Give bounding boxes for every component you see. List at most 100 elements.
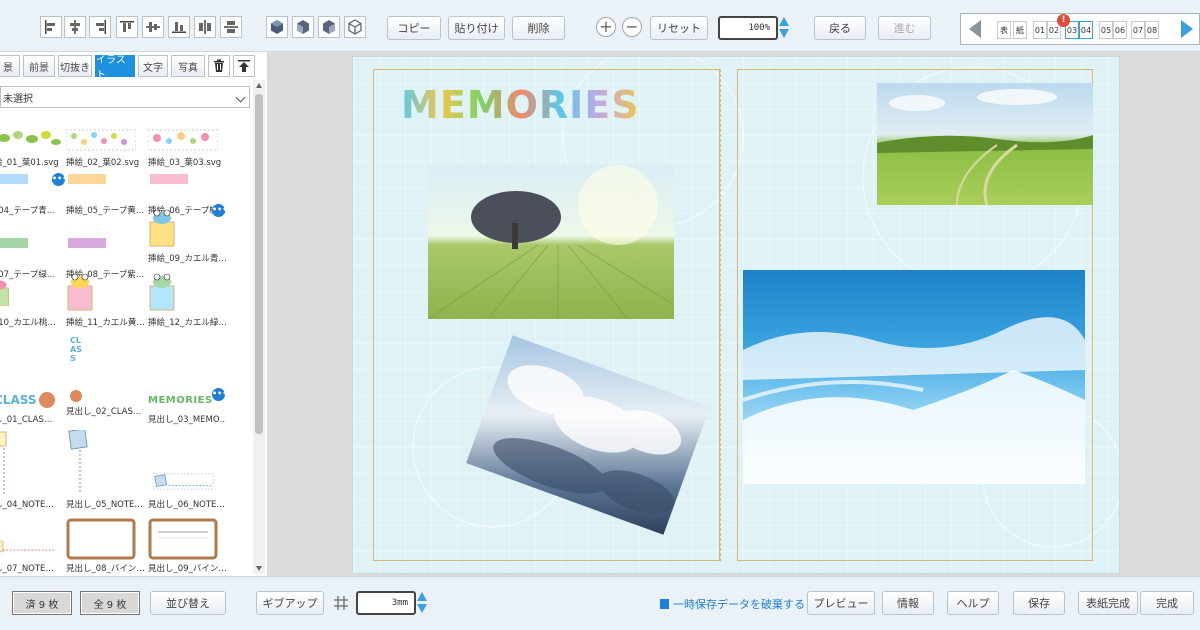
class-vertical-thumb: CLASS — [70, 336, 82, 363]
page-07[interactable]: 07 — [1131, 21, 1145, 39]
asset-item[interactable]: 絵_01_葉01.svg — [0, 126, 72, 169]
discard-temp-label: 一時保存データを破棄する — [673, 598, 805, 611]
page-spread[interactable]: MEMORIES — [352, 56, 1120, 574]
photo-tree-field[interactable] — [428, 165, 674, 319]
editor-canvas[interactable]: MEMORIES — [268, 52, 1200, 576]
align-left-icon[interactable] — [40, 16, 62, 38]
sort-button[interactable]: 並び替え — [150, 591, 226, 615]
asset-item[interactable]: 挿絵_12_カエル緑… — [148, 272, 226, 329]
help-button[interactable]: ヘルプ — [947, 591, 999, 615]
align-center-v-icon[interactable] — [142, 16, 164, 38]
asset-item[interactable]: _04_テープ青… — [0, 174, 72, 217]
memories-heading[interactable]: MEMORIES — [401, 83, 640, 127]
page-04[interactable]: 04 — [1079, 21, 1093, 39]
give-up-button[interactable]: ギブアップ — [256, 591, 324, 615]
page-05[interactable]: 05 — [1099, 21, 1113, 39]
asset-item[interactable]: CLASS 見出し_02_CLAS… — [66, 336, 144, 418]
align-top-icon[interactable] — [116, 16, 138, 38]
zoom-level-field[interactable]: 100% — [718, 16, 778, 40]
asset-item[interactable]: 挿絵_05_テープ黄… — [66, 174, 144, 217]
tab-illustration[interactable]: イラスト — [95, 55, 135, 81]
tab-text[interactable]: 文字 — [138, 55, 168, 77]
tape-illustration-icon — [0, 174, 28, 184]
zoom-out-icon[interactable]: − — [622, 17, 642, 37]
asset-item[interactable]: 挿絵_03_葉03.svg — [147, 126, 226, 169]
align-center-h-icon[interactable] — [64, 16, 86, 38]
scroll-up-icon[interactable] — [256, 83, 262, 88]
discard-temp-link[interactable]: 一時保存データを破棄する — [660, 596, 805, 612]
zoom-stepper-icon[interactable] — [779, 16, 789, 40]
asset-item[interactable]: 挿絵_11_カエル黄… — [66, 272, 144, 329]
bring-forward-icon[interactable] — [292, 16, 314, 38]
tab-cutout[interactable]: 切抜き — [58, 55, 92, 77]
frog-illustration-icon — [149, 273, 175, 311]
asset-scrollbar[interactable] — [253, 80, 265, 574]
bottom-toolbar: 済 9 枚 全 9 枚 並び替え ギブアップ 3mm 一時保存データを破棄する … — [0, 576, 1200, 630]
asset-item[interactable]: し_04_NOTE… — [0, 430, 72, 511]
save-button[interactable]: 保存 — [1013, 591, 1065, 615]
upload-icon[interactable] — [233, 55, 255, 77]
tab-foreground[interactable]: 前景 — [23, 55, 55, 77]
cover-complete-button[interactable]: 表紙完成 — [1078, 591, 1138, 615]
wave-image — [743, 317, 1085, 484]
margin-stepper-icon[interactable] — [417, 591, 427, 615]
photo-ocean-wave[interactable] — [743, 270, 1085, 484]
margin-field[interactable]: 3mm — [356, 591, 416, 615]
complete-button[interactable]: 完成 — [1140, 591, 1194, 615]
send-to-back-icon[interactable] — [344, 16, 366, 38]
asset-label: 挿絵_09_カエル青… — [148, 254, 226, 264]
tab-background[interactable]: 景 — [0, 55, 20, 77]
asset-item[interactable]: 見出し_06_NOTE… — [148, 472, 226, 511]
prev-page-icon[interactable] — [969, 20, 981, 38]
zoom-in-icon[interactable]: + — [596, 17, 616, 37]
preview-button[interactable]: プレビュー — [807, 591, 875, 615]
undo-button[interactable]: 戻る — [814, 16, 866, 40]
asset-label: 挿絵_11_カエル黄… — [66, 318, 144, 328]
binder-illustration-icon — [148, 518, 218, 560]
send-backward-icon[interactable] — [318, 16, 340, 38]
top-toolbar: コピー 貼り付け 削除 + − リセット 100% 戻る 進む 表 紙 01 0… — [0, 0, 1200, 52]
asset-label: 見出し_09_バイン… — [148, 564, 226, 574]
paste-button[interactable]: 貼り付け — [448, 16, 505, 40]
category-select[interactable]: 未選択 — [0, 86, 250, 108]
more-options-icon[interactable]: ••• — [212, 204, 227, 217]
reset-button[interactable]: リセット — [650, 16, 708, 40]
page-cover-front[interactable]: 表 — [997, 21, 1011, 39]
align-right-icon[interactable] — [89, 16, 111, 38]
grid-icon[interactable] — [330, 592, 352, 614]
page-08[interactable]: 08 — [1145, 21, 1159, 39]
scroll-down-icon[interactable] — [256, 566, 262, 571]
info-button[interactable]: 情報 — [882, 591, 934, 615]
asset-item[interactable]: _10_カエル桃… — [0, 272, 72, 329]
page-01[interactable]: 01 — [1033, 21, 1047, 39]
asset-label: 絵_01_葉01.svg — [0, 158, 59, 168]
asset-label: 挿絵_12_カエル緑… — [148, 318, 226, 328]
trash-icon[interactable] — [208, 55, 230, 77]
page-06[interactable]: 06 — [1113, 21, 1127, 39]
distribute-v-icon[interactable] — [220, 16, 242, 38]
align-bottom-icon[interactable] — [168, 16, 190, 38]
page-cover-back[interactable]: 紙 — [1013, 21, 1027, 39]
redo-button[interactable]: 進む — [878, 16, 931, 40]
tape-illustration-icon — [68, 238, 106, 248]
asset-item[interactable]: し_07_NOTE… — [0, 540, 72, 575]
copy-button[interactable]: コピー — [387, 16, 441, 40]
asset-item[interactable]: 見出し_05_NOTE… — [66, 428, 144, 511]
more-options-icon[interactable]: ••• — [212, 388, 227, 401]
scroll-thumb[interactable] — [255, 94, 263, 434]
next-page-icon[interactable] — [1181, 20, 1193, 38]
asset-item[interactable]: 挿絵_02_葉02.svg — [65, 126, 144, 169]
bring-to-front-icon[interactable] — [266, 16, 288, 38]
flower-illustration-icon — [147, 129, 219, 151]
distribute-h-icon[interactable] — [194, 16, 216, 38]
asset-item[interactable]: CLASS し_01_CLAS… — [0, 386, 72, 426]
asset-item[interactable]: 見出し_09_バイン… — [148, 518, 226, 575]
asset-item[interactable]: 見出し_08_バイン… — [66, 518, 144, 575]
frog-illustration-icon — [67, 273, 93, 311]
photo-meadow[interactable] — [877, 83, 1093, 205]
delete-button[interactable]: 削除 — [512, 16, 565, 40]
tab-photo[interactable]: 写真 — [171, 55, 205, 77]
asset-label: 見出し_03_MEMO… — [148, 415, 226, 425]
asset-item[interactable]: 挿絵_09_カエル青… — [148, 208, 226, 265]
asset-label: 見出し_08_バイン… — [66, 564, 144, 574]
